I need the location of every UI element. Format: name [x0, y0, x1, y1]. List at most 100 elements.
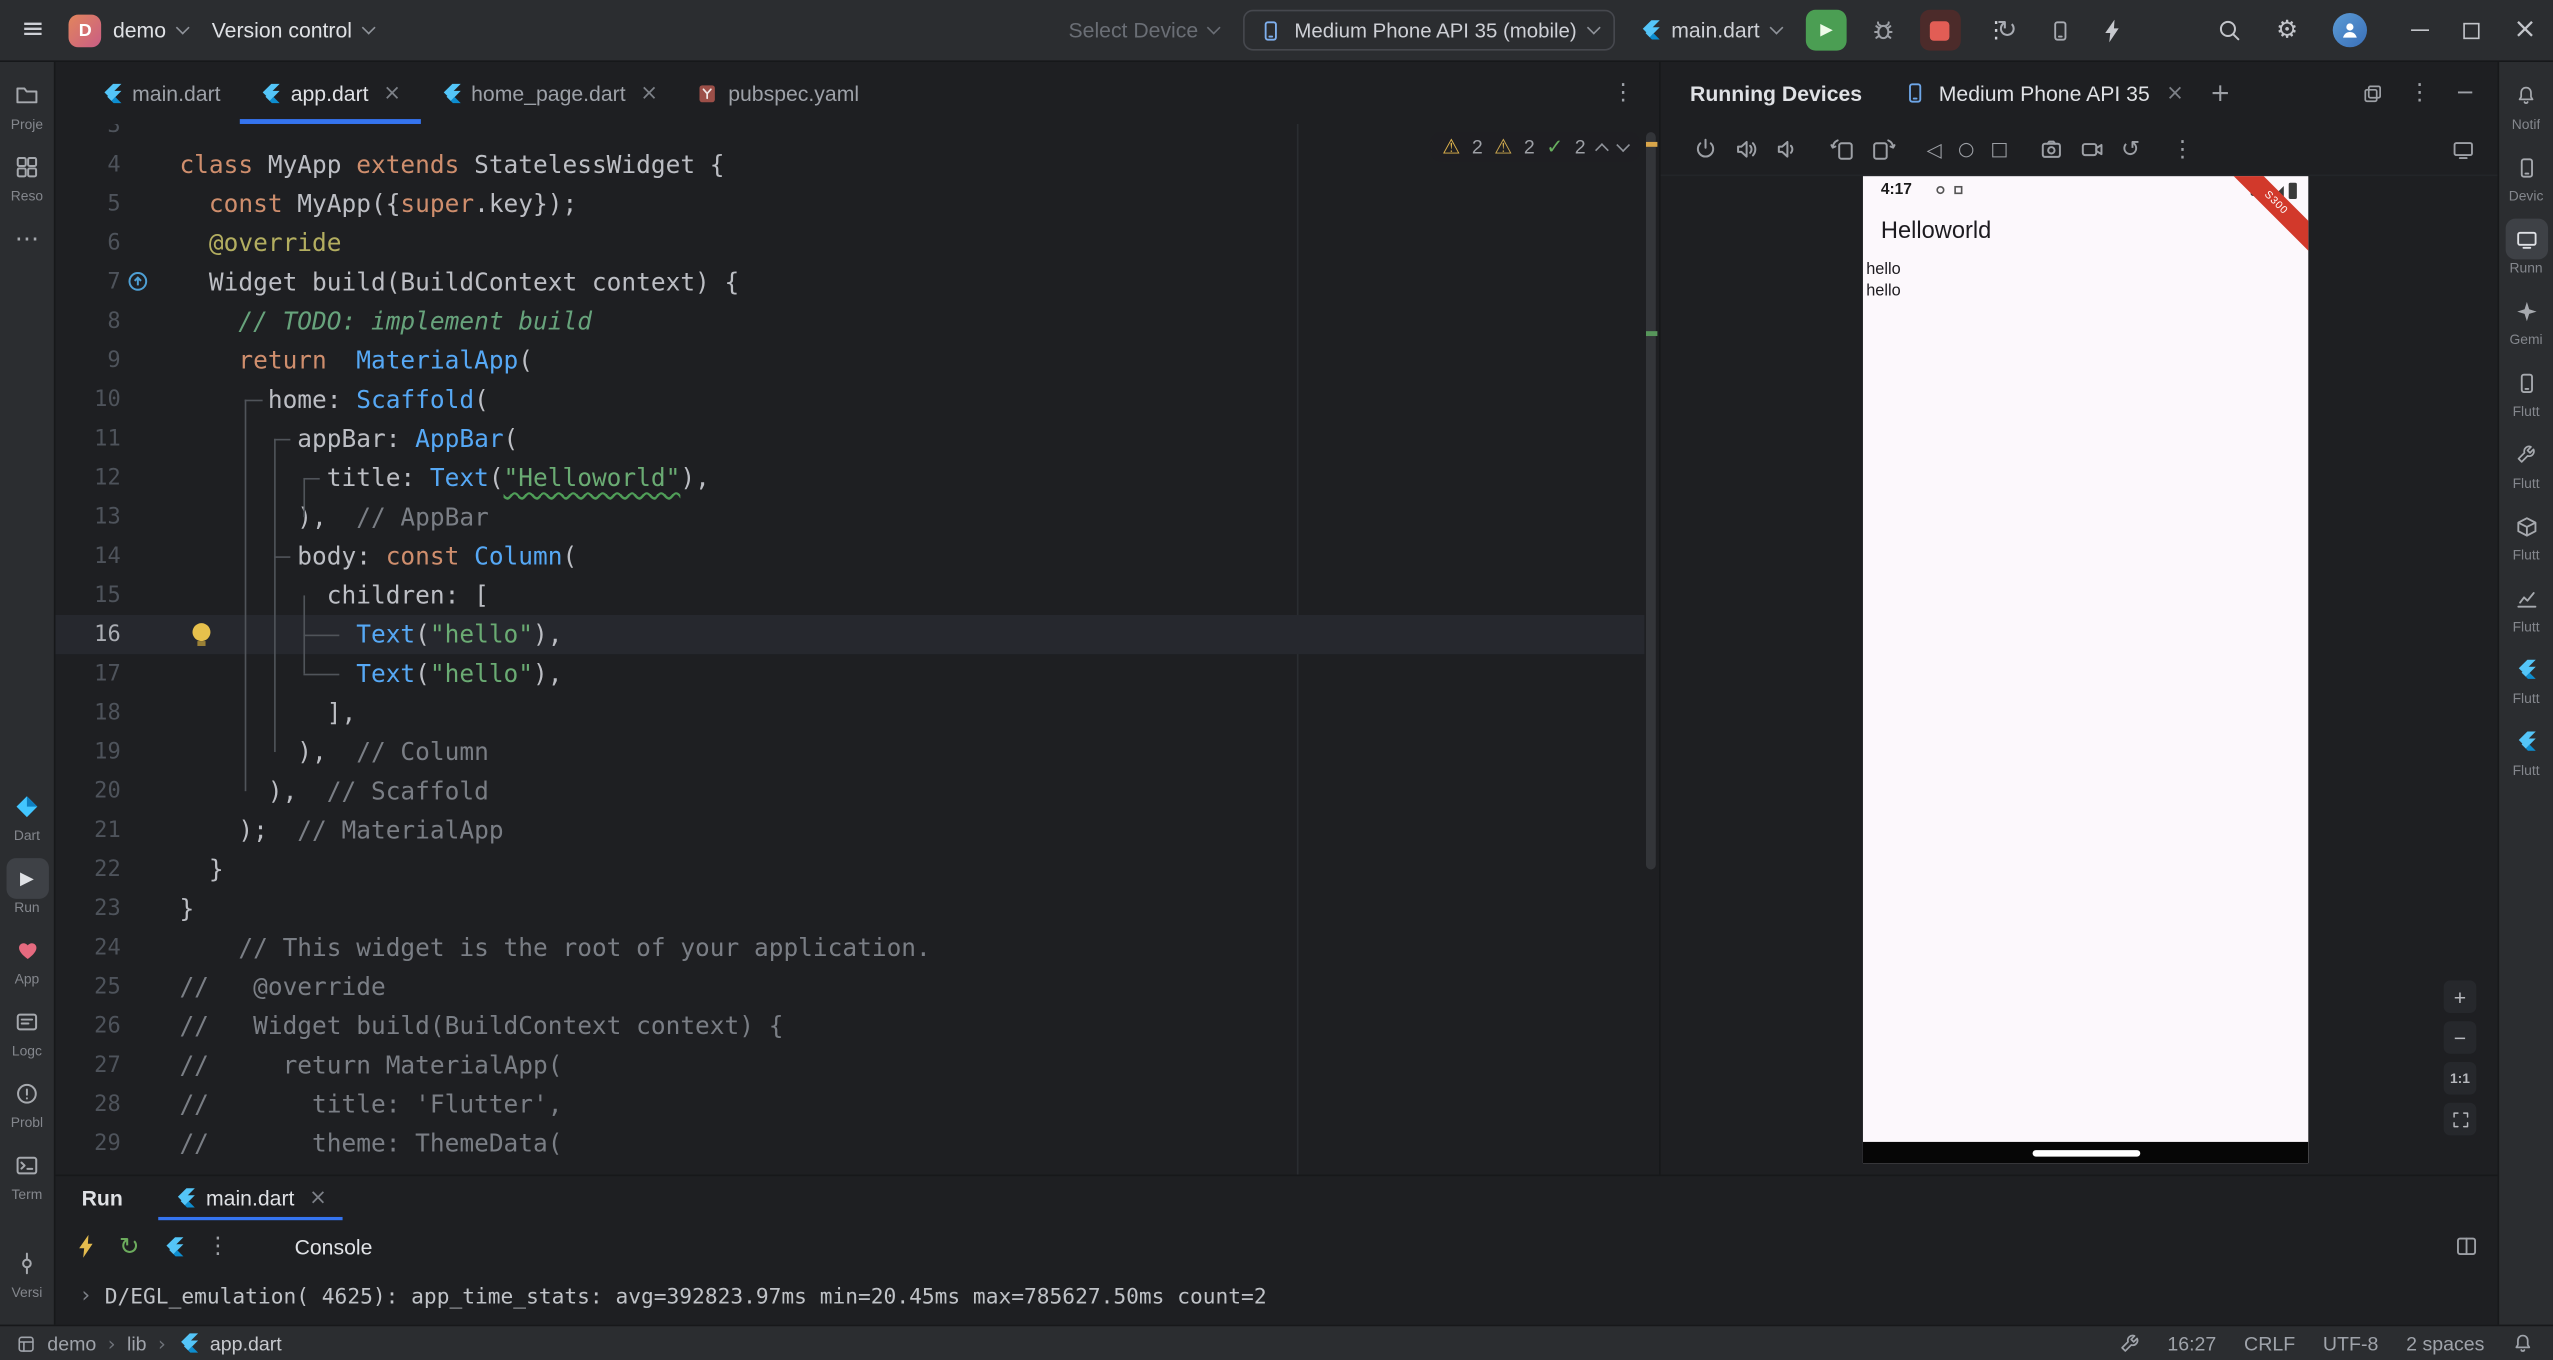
code-line-11[interactable]: 11 appBar: AppBar( — [55, 419, 1659, 458]
code-line-9[interactable]: 9 return MaterialApp( — [55, 341, 1659, 380]
phone-screen[interactable]: 4:17 3G S300 Helloworld hello hello — [1863, 176, 2308, 1163]
float-window-icon[interactable] — [2363, 82, 2384, 103]
main-menu-icon[interactable]: ≡ — [21, 16, 44, 44]
override-gutter-icon[interactable] — [127, 271, 148, 292]
change-stripe-mark[interactable] — [1646, 331, 1657, 336]
notifications-icon[interactable] — [2512, 1333, 2533, 1354]
line-number[interactable]: 10 — [55, 380, 120, 419]
search-icon[interactable] — [2217, 18, 2241, 42]
code-line-5[interactable]: 5 const MyApp({super.key}); — [55, 184, 1659, 223]
code-line-6[interactable]: 6 @override — [55, 223, 1659, 262]
left-stripe-item-problems[interactable]: Probl — [6, 1073, 48, 1130]
hot-reload-icon[interactable] — [77, 1235, 97, 1258]
split-panel-icon[interactable] — [2455, 1235, 2478, 1258]
left-stripe-item-app-quality-insights[interactable]: App — [6, 930, 48, 987]
console-tab[interactable]: Console — [295, 1234, 373, 1258]
settings-gear-icon[interactable]: ⚙ — [2276, 18, 2298, 42]
select-device-dropdown[interactable]: Select Device — [1069, 18, 1220, 42]
warning-stripe-mark[interactable] — [1646, 142, 1657, 147]
code-line-7[interactable]: 7 Widget build(BuildContext context) { — [55, 263, 1659, 302]
left-stripe-item-logcat[interactable]: Logc — [6, 1002, 48, 1059]
code-line-29[interactable]: 29// theme: ThemeData( — [55, 1124, 1659, 1163]
project-widget-icon[interactable] — [16, 1334, 36, 1354]
left-stripe-item-version-control[interactable]: Versi — [6, 1243, 48, 1300]
code-line-14[interactable]: 14 body: const Column( — [55, 537, 1659, 576]
console-expand-icon[interactable]: › — [82, 1285, 90, 1306]
close-icon[interactable]: × — [309, 1188, 327, 1209]
code-line-3[interactable]: 3 — [55, 124, 1659, 145]
zoom-out-button[interactable]: − — [2444, 1021, 2477, 1054]
right-stripe-item-flutter-inspector[interactable]: Flutt — [2505, 434, 2547, 491]
code-line-12[interactable]: 12 title: Text("Helloworld"), — [55, 458, 1659, 497]
code-line-21[interactable]: 21 ); // MaterialApp — [55, 811, 1659, 850]
device-manager-icon[interactable] — [2048, 19, 2071, 42]
line-number[interactable]: 4 — [55, 145, 120, 184]
back-icon[interactable]: ◁ — [1927, 139, 1942, 159]
right-stripe-item-gemini[interactable]: Gemi — [2505, 290, 2547, 347]
right-stripe-item-flutter-property[interactable]: Flutt — [2505, 721, 2547, 778]
left-stripe-item-more-tool-windows[interactable]: ⋯ — [6, 219, 48, 260]
overview-icon[interactable]: □ — [1991, 140, 2009, 159]
line-number[interactable]: 16 — [55, 615, 120, 654]
line-number[interactable]: 23 — [55, 889, 120, 928]
tab-options-icon[interactable]: ⋮ — [1612, 82, 1635, 105]
devtools-icon[interactable] — [162, 1236, 183, 1257]
left-stripe-item-dart-analysis[interactable]: Dart — [6, 786, 48, 843]
breadcrumb[interactable]: demo — [47, 1332, 96, 1355]
line-number[interactable]: 25 — [55, 967, 120, 1006]
file-encoding[interactable]: UTF-8 — [2323, 1332, 2378, 1355]
left-stripe-item-terminal[interactable]: Term — [6, 1145, 48, 1202]
wrench-icon[interactable] — [2118, 1333, 2139, 1354]
zoom-reset-button[interactable]: 1:1 — [2444, 1062, 2477, 1095]
close-icon[interactable]: × — [383, 82, 401, 103]
zoom-in-button[interactable]: + — [2444, 980, 2477, 1013]
debug-button[interactable] — [1871, 18, 1895, 42]
window-close-button[interactable]: × — [2513, 16, 2536, 44]
editor-tab-app-dart[interactable]: app.dart× — [240, 62, 420, 124]
line-number[interactable]: 15 — [55, 576, 120, 615]
line-number[interactable]: 18 — [55, 693, 120, 732]
line-number[interactable]: 8 — [55, 302, 120, 341]
code-line-19[interactable]: 19 ), // Column — [55, 732, 1659, 771]
editor-scrollbar[interactable] — [1646, 132, 1656, 869]
project-selector[interactable]: D demo — [69, 14, 187, 47]
left-stripe-item-project[interactable]: Proje — [6, 75, 48, 132]
code-line-23[interactable]: 23} — [55, 889, 1659, 928]
code-editor[interactable]: 34class MyApp extends StatelessWidget {5… — [55, 124, 1659, 1175]
add-device-button[interactable]: + — [2210, 81, 2231, 105]
line-number[interactable]: 20 — [55, 772, 120, 811]
device-display-icon[interactable] — [2452, 138, 2475, 161]
right-stripe-item-running-devices[interactable]: Runn — [2505, 219, 2547, 276]
rotate-left-icon[interactable] — [1830, 137, 1854, 161]
stop-button[interactable] — [1920, 10, 1961, 51]
indent-setting[interactable]: 2 spaces — [2406, 1332, 2484, 1355]
code-line-15[interactable]: 15 children: [ — [55, 576, 1659, 615]
inspections-widget[interactable]: ⚠2 ⚠2 ✓2 — [1431, 132, 1640, 161]
line-number[interactable]: 19 — [55, 732, 120, 771]
hide-panel-icon[interactable]: − — [2456, 82, 2475, 105]
panel-options-icon[interactable]: ⋮ — [2408, 82, 2431, 105]
restart-icon[interactable]: ↺ — [2121, 138, 2140, 161]
close-icon[interactable]: × — [640, 82, 658, 103]
home-icon[interactable]: ○ — [1958, 140, 1974, 159]
line-number[interactable]: 28 — [55, 1085, 120, 1124]
line-ending[interactable]: CRLF — [2244, 1332, 2295, 1355]
line-number[interactable]: 24 — [55, 928, 120, 967]
next-problem-icon[interactable] — [1616, 137, 1630, 151]
breadcrumb[interactable]: app.dart — [210, 1332, 282, 1355]
code-line-26[interactable]: 26// Widget build(BuildContext context) … — [55, 1007, 1659, 1046]
code-line-4[interactable]: 4class MyApp extends StatelessWidget { — [55, 145, 1659, 184]
code-line-25[interactable]: 25// @override — [55, 967, 1659, 1006]
prev-problem-icon[interactable] — [1595, 142, 1609, 156]
right-stripe-item-device-manager[interactable]: Devic — [2505, 147, 2547, 204]
line-number[interactable]: 13 — [55, 498, 120, 537]
right-stripe-item-flutter-packages[interactable]: Flutt — [2505, 506, 2547, 563]
screenshot-icon[interactable] — [2039, 137, 2063, 161]
phone-nav-bar[interactable] — [1863, 1142, 2308, 1163]
volume-down-icon[interactable] — [1775, 137, 1799, 161]
run-tab-main-dart[interactable]: main.dart × — [159, 1176, 344, 1220]
device-selector-dropdown[interactable]: Medium Phone API 35 (mobile) — [1244, 10, 1614, 51]
code-line-13[interactable]: 13 ), // AppBar — [55, 498, 1659, 537]
line-number[interactable]: 7 — [55, 263, 120, 302]
intention-bulb-icon[interactable] — [192, 623, 210, 641]
